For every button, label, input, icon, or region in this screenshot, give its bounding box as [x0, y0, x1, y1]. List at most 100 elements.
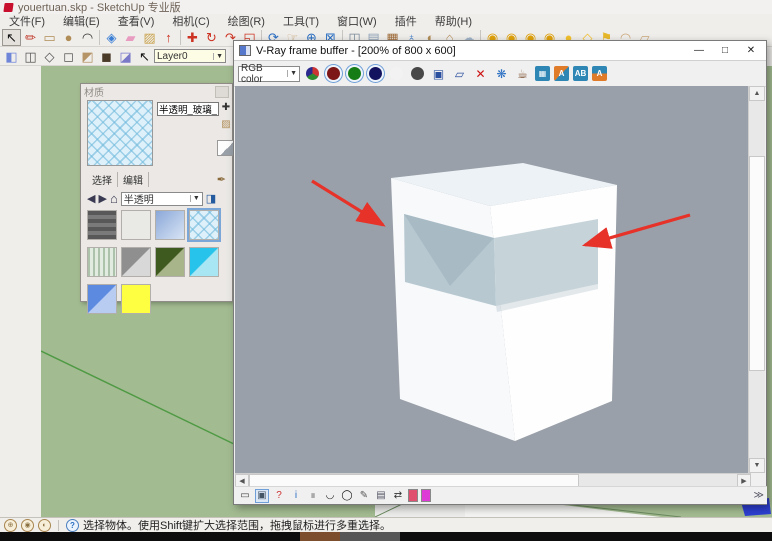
channel-combo[interactable]: RGB color ▼ [238, 66, 300, 82]
collections-home-button[interactable]: ⌂ [110, 191, 118, 206]
collection-combo[interactable]: 半透明 ▼ [121, 192, 203, 206]
material-swatch-speckle[interactable] [121, 210, 151, 240]
vray-window-titlebar[interactable]: V-Ray frame buffer - [200% of 800 x 600]… [234, 41, 766, 61]
materials-tab-edit[interactable]: 编辑 [118, 172, 149, 187]
select-tool-icon[interactable]: ↖ [2, 29, 21, 46]
material-swatch-gray-glass[interactable] [121, 247, 151, 277]
line-tool-icon[interactable]: ✏ [21, 29, 40, 46]
textured-style-icon[interactable]: ◼ [97, 48, 116, 65]
monochrome-mode-icon[interactable] [411, 67, 424, 80]
material-swatch-clouds[interactable] [155, 210, 185, 240]
vray-maximize-button[interactable]: □ [712, 43, 738, 59]
stamp-icon[interactable]: A [592, 66, 607, 81]
menu-view[interactable]: 查看(V) [109, 13, 164, 29]
vscroll-thumb[interactable] [749, 156, 765, 371]
save-image-icon[interactable]: ▣ [430, 65, 447, 82]
back-edges-style-icon[interactable]: ◫ [21, 48, 40, 65]
material-name-input[interactable] [157, 102, 219, 116]
show-red-channel-icon[interactable] [327, 67, 340, 80]
layer-combo[interactable]: Layer0 ▼ [154, 49, 226, 63]
pixel-information-icon[interactable]: ▦ [535, 66, 550, 81]
collection-detail-button[interactable]: ◨ [206, 192, 216, 205]
show-blue-channel-icon[interactable] [369, 67, 382, 80]
vfb-flip-icon[interactable]: ⇄ [391, 489, 405, 503]
eraser-tool-icon[interactable]: ▰ [121, 29, 140, 46]
wireframe-style-icon[interactable]: ◇ [40, 48, 59, 65]
materials-panel-titlebar[interactable]: 材质 [81, 84, 232, 99]
material-swatch-safety-glass[interactable] [189, 210, 219, 240]
model-info-icon[interactable]: ◐ [38, 519, 51, 532]
vray-close-button[interactable]: ✕ [738, 43, 764, 59]
set-default-paint-button[interactable]: ▨ [219, 117, 234, 132]
hidden-line-style-icon[interactable]: ◻ [59, 48, 78, 65]
vfb-histogram-icon[interactable]: ∎ [306, 489, 320, 503]
material-swatch-ribbed-glass[interactable] [87, 247, 117, 277]
vray-vertical-scrollbar[interactable]: ▲ ▼ [748, 86, 765, 473]
material-swatch-yellow[interactable] [121, 284, 151, 314]
vfb-monitor-icon[interactable]: ▭ [238, 489, 252, 503]
vfb-curve-icon[interactable]: ◡ [323, 489, 337, 503]
vfb-swatch-red-icon[interactable] [408, 489, 418, 502]
menu-camera[interactable]: 相机(C) [163, 13, 218, 29]
vray-horizontal-scrollbar[interactable]: ◀ ▶ [235, 473, 751, 487]
vfb-dock-icon[interactable]: ▣ [255, 489, 269, 503]
circle-tool-icon[interactable]: ● [59, 29, 78, 46]
monochrome-style-icon[interactable]: ◪ [116, 48, 135, 65]
menu-bar: 文件(F)编辑(E)查看(V)相机(C)绘图(R)工具(T)窗口(W)插件帮助(… [0, 14, 772, 28]
rotate-tool-icon[interactable]: ↻ [202, 29, 221, 46]
material-swatch-cyan-glass[interactable] [189, 247, 219, 277]
sample-paint-eyedropper-icon[interactable]: ✒ [217, 173, 232, 186]
xray-style-icon[interactable]: ◧ [2, 48, 21, 65]
shaded-style-icon[interactable]: ◩ [78, 48, 97, 65]
menu-tools[interactable]: 工具(T) [274, 13, 328, 29]
collections-back-button[interactable]: ◀ [87, 192, 95, 205]
arc-tool-icon[interactable]: ◠ [78, 29, 97, 46]
vfb-expand-icon[interactable]: ≫ [754, 490, 764, 501]
materials-panel-close-icon[interactable] [215, 86, 229, 98]
open-image-icon[interactable]: ▱ [451, 65, 468, 82]
make-component-icon[interactable]: ◈ [102, 29, 121, 46]
push-pull-icon[interactable]: ↑ [159, 29, 178, 46]
vscroll-down-arrow-icon[interactable]: ▼ [749, 458, 765, 473]
collections-forward-button[interactable]: ▶ [98, 192, 106, 205]
material-swatch-metal-mesh[interactable] [87, 210, 117, 240]
vfb-stats-icon[interactable]: ▤ [374, 489, 388, 503]
toolbar-separator[interactable] [180, 30, 181, 45]
track-mouse-icon[interactable]: ❋ [493, 65, 510, 82]
vfb-help-icon[interactable]: ? [272, 489, 286, 503]
ab-horizontal-compare-icon[interactable]: A [554, 66, 569, 81]
render-last-teapot-icon[interactable]: ☕ [514, 65, 531, 82]
vfb-exposure-icon[interactable]: ◯ [340, 489, 354, 503]
ab-vertical-compare-icon[interactable]: AB [573, 66, 588, 81]
show-green-channel-icon[interactable] [348, 67, 361, 80]
menu-window[interactable]: 窗口(W) [328, 13, 386, 29]
clear-image-icon[interactable]: ✕ [472, 65, 489, 82]
vfb-swatch-magenta-icon[interactable] [421, 489, 431, 502]
create-material-button[interactable]: ✚ [219, 100, 234, 115]
menu-file[interactable]: 文件(F) [0, 13, 54, 29]
menu-help[interactable]: 帮助(H) [426, 13, 481, 29]
vfb-pencil-icon[interactable]: ✎ [357, 489, 371, 503]
menu-draw[interactable]: 绘图(R) [219, 13, 274, 29]
status-help-icon[interactable]: ? [66, 519, 79, 532]
claim-credit-icon[interactable]: ◉ [21, 519, 34, 532]
video-progress-strip [0, 532, 772, 541]
move-tool-icon[interactable]: ✚ [183, 29, 202, 46]
materials-tab-select[interactable]: 选择 [87, 172, 118, 187]
paint-bucket-icon[interactable]: ▨ [140, 29, 159, 46]
collection-combo-arrow-icon[interactable]: ▼ [190, 195, 200, 202]
geolocation-icon[interactable]: ⊕ [4, 519, 17, 532]
menu-plugins[interactable]: 插件 [386, 13, 426, 29]
material-swatch-blue-glass[interactable] [87, 284, 117, 314]
toolbar-separator[interactable] [99, 30, 100, 45]
show-rgb-channel-icon[interactable] [306, 67, 319, 80]
vfb-info-icon[interactable]: i [289, 489, 303, 503]
vscroll-up-arrow-icon[interactable]: ▲ [749, 86, 765, 101]
rectangle-tool-icon[interactable]: ▭ [40, 29, 59, 46]
vray-minimize-button[interactable]: — [686, 43, 712, 59]
material-swatch-darkgreen-glass[interactable] [155, 247, 185, 277]
layer-combo-arrow-icon[interactable]: ▼ [213, 53, 223, 60]
channel-combo-arrow-icon[interactable]: ▼ [287, 70, 297, 77]
menu-edit[interactable]: 编辑(E) [54, 13, 109, 29]
show-alpha-channel-icon[interactable] [390, 67, 403, 80]
